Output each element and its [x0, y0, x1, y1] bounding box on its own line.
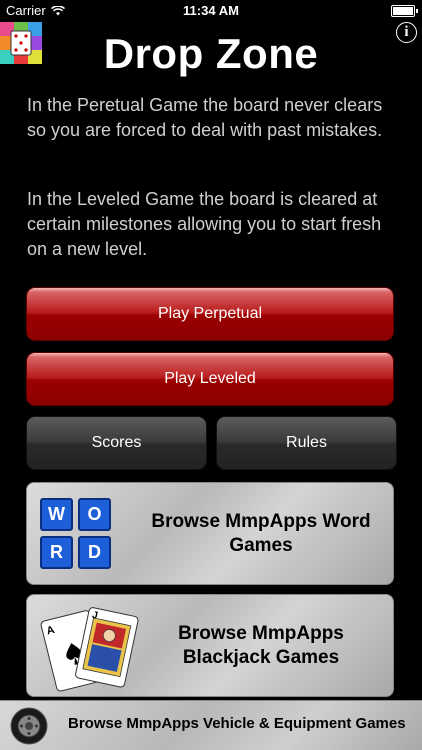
- blackjack-games-promo-button[interactable]: A J Browse MmpApps Blackjack Games: [26, 594, 394, 697]
- vehicle-games-label: Browse MmpApps Vehicle & Equipment Games: [68, 715, 406, 732]
- tile-r: R: [40, 536, 73, 569]
- leveled-description: In the Leveled Game the board is cleared…: [27, 189, 382, 259]
- word-games-label: Browse MmpApps Word Games: [151, 511, 371, 556]
- tile-o: O: [78, 498, 111, 531]
- tile-d: D: [78, 536, 111, 569]
- word-tiles-icon: W O R D: [40, 498, 115, 573]
- perpetual-description: In the Peretual Game the board never cle…: [27, 95, 383, 140]
- blackjack-games-label: Browse MmpApps Blackjack Games: [178, 623, 344, 668]
- clock: 11:34 AM: [183, 3, 239, 18]
- tile-w: W: [40, 498, 73, 531]
- battery-icon: [391, 5, 418, 17]
- wheel-icon: [10, 707, 48, 745]
- playing-cards-icon: A J: [33, 599, 143, 697]
- page-title: Drop Zone: [103, 30, 319, 77]
- word-games-promo-button[interactable]: W O R D Browse MmpApps Word Games: [26, 482, 394, 585]
- play-leveled-button[interactable]: Play Leveled: [26, 352, 394, 406]
- play-perpetual-button[interactable]: Play Perpetual: [26, 287, 394, 341]
- status-bar: Carrier 11:34 AM: [0, 0, 422, 22]
- vehicle-games-promo-button[interactable]: Browse MmpApps Vehicle & Equipment Games: [0, 700, 422, 750]
- rules-button[interactable]: Rules: [216, 416, 397, 470]
- scores-button[interactable]: Scores: [26, 416, 207, 470]
